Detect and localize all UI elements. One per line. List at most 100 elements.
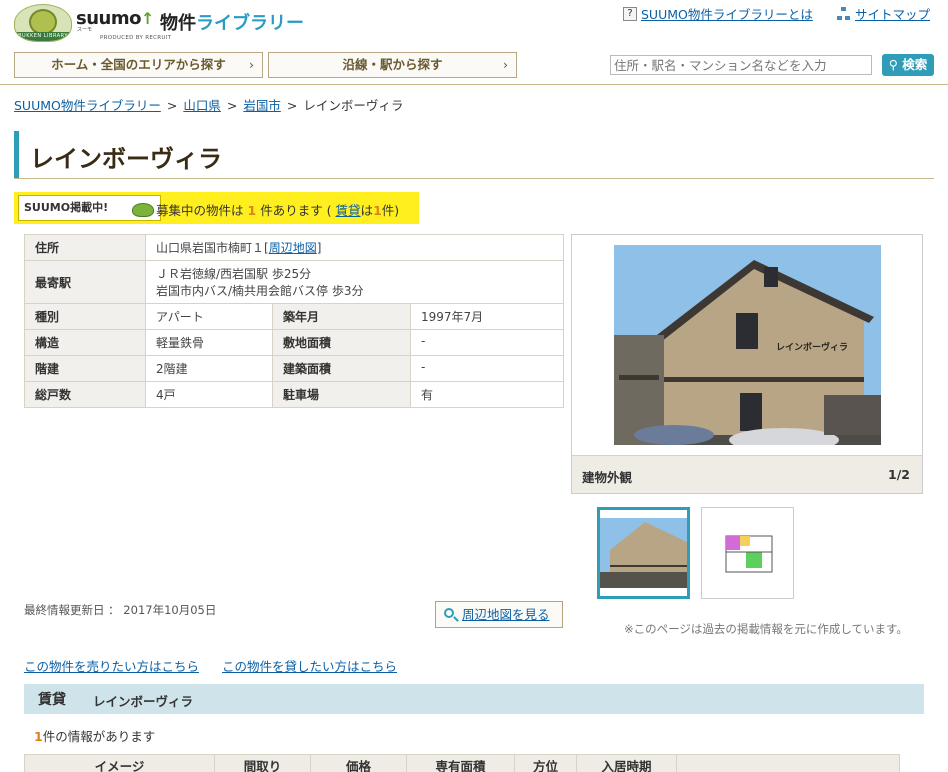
logo-badge-text: BUKKEN LIBRARY — [15, 32, 71, 41]
building-sign: レインボーヴィラ — [776, 341, 848, 353]
library-title: 物件ライブラリー — [160, 9, 304, 35]
last-updated: 最終情報更新日 ： 2017年10月05日 — [24, 603, 217, 617]
rent-property-link[interactable]: この物件を貸したい方はこちら — [222, 656, 397, 675]
library-title-1: 物件 — [160, 13, 196, 34]
photo-viewer: レインボーヴィラ 建物外観 1/2 — [571, 234, 923, 494]
rent-section-header: 賃貸 レインボーヴィラ — [24, 684, 924, 714]
library-logo[interactable]: BUKKEN LIBRARY — [14, 4, 72, 42]
units-value: 4戸 — [145, 381, 273, 408]
table-row: 構造 軽量鉄骨 敷地面積 - — [24, 329, 565, 356]
floors-value: 2階建 — [145, 355, 273, 382]
past-info-note: ※このページは過去の掲載情報を元に作成しています。 — [624, 622, 908, 636]
notice-message: 募集中の物件は 1 件あります ( 賃貸は1件) — [156, 200, 399, 219]
breadcrumb-separator: > — [226, 98, 238, 113]
breadcrumb-separator: > — [166, 98, 178, 113]
brand-kana: スーモ — [77, 27, 93, 33]
about-link-text[interactable]: SUUMO物件ライブラリーとは — [641, 4, 813, 23]
search-input[interactable] — [610, 55, 872, 75]
rent-listing-count: 1 — [34, 729, 43, 744]
rent-property-name: レインボーヴィラ — [93, 694, 194, 709]
rent-count-link[interactable]: 賃貸 — [336, 203, 361, 218]
thumbnail-floorplan[interactable] — [701, 507, 794, 599]
nav-area-button[interactable]: ホーム・全国のエリアから探す › — [14, 52, 263, 78]
land-value: - — [409, 329, 565, 356]
sitemap-link-text[interactable]: サイトマップ — [855, 4, 930, 23]
column-header: 方位 — [515, 755, 577, 772]
sitemap-link[interactable]: サイトマップ — [837, 4, 930, 23]
title-accent — [14, 131, 19, 178]
column-header: 価格 — [311, 755, 407, 772]
photo-caption: 建物外観 — [582, 470, 633, 485]
brand-arrow-icon: ↑ — [140, 9, 154, 28]
notice-rent-post: 件) — [381, 203, 400, 218]
notice-count: 1 — [247, 203, 257, 218]
column-header-blank — [677, 755, 899, 772]
nearby-map-button[interactable]: 周辺地図を見る — [435, 601, 563, 628]
nav-line-label: 沿線・駅から探す — [342, 57, 443, 72]
mascot-icon — [132, 203, 154, 217]
column-header: 間取り — [215, 755, 311, 772]
search-button[interactable]: ⚲ 検索 — [882, 54, 934, 76]
breadcrumb: SUUMO物件ライブラリー > 山口県 > 岩国市 > レインボーヴィラ — [14, 95, 403, 114]
address-map-link[interactable]: 周辺地図 — [269, 241, 317, 255]
help-icon: ? — [623, 6, 637, 21]
header-divider — [0, 84, 948, 85]
suumo-listed-tag: SUUMO掲載中! — [18, 195, 161, 221]
units-label: 総戸数 — [24, 381, 146, 408]
station-label: 最寄駅 — [24, 260, 146, 304]
table-row: 階建 2階建 建築面積 - — [24, 355, 565, 382]
station-line-1: ＪＲ岩徳線/西岩国駅 歩25分 — [156, 267, 312, 281]
magnifier-icon — [444, 608, 454, 618]
rent-table-header: イメージ 間取り 価格 専有面積 方位 入居時期 — [24, 754, 900, 772]
building-exterior-photo[interactable]: レインボーヴィラ — [614, 245, 881, 445]
table-row: 種別 アパート 築年月 1997年7月 — [24, 303, 565, 330]
nav-area-label: ホーム・全国のエリアから探す — [51, 57, 226, 72]
structure-label: 構造 — [24, 329, 146, 356]
sell-property-link[interactable]: この物件を売りたい方はこちら — [24, 656, 199, 675]
produced-by: PRODUCED BY RECRUIT — [100, 35, 172, 41]
column-header: イメージ — [25, 755, 215, 772]
listing-notice: SUUMO掲載中! 募集中の物件は 1 件あります ( 賃貸は1件) — [14, 192, 419, 224]
structure-value: 軽量鉄骨 — [145, 329, 273, 356]
parking-value: 有 — [409, 381, 565, 408]
built-label: 築年月 — [271, 303, 411, 330]
page-title: レインボーヴィラ — [30, 145, 222, 173]
breadcrumb-current: レインボーヴィラ — [303, 98, 404, 113]
notice-pre: 募集中の物件は — [156, 203, 244, 218]
floors-label: 階建 — [24, 355, 146, 382]
nearby-map-label[interactable]: 周辺地図を見る — [462, 607, 550, 622]
table-row: 住所 山口県岩国市楠町１[周辺地図] — [24, 234, 564, 261]
search-icon: ⚲ — [888, 57, 898, 72]
suumo-listed-label: SUUMO掲載中! — [24, 201, 109, 214]
breadcrumb-item[interactable]: 山口県 — [183, 98, 221, 113]
column-header: 入居時期 — [577, 755, 677, 772]
address-label: 住所 — [24, 234, 146, 261]
chevron-right-icon: › — [249, 57, 254, 72]
rent-count-line: 1件の情報があります — [34, 726, 155, 745]
table-row: 総戸数 4戸 駐車場 有 — [24, 381, 565, 408]
parking-label: 駐車場 — [271, 381, 411, 408]
station-line-2: 岩国市内バス/楠共用会館バス停 歩3分 — [156, 284, 364, 298]
photo-caption-bar: 建物外観 1/2 — [572, 455, 922, 493]
breadcrumb-item[interactable]: SUUMO物件ライブラリー — [14, 98, 161, 113]
type-value: アパート — [145, 303, 273, 330]
rent-count-text: 件の情報があります — [42, 729, 156, 744]
nav-line-button[interactable]: 沿線・駅から探す › — [268, 52, 517, 78]
sitemap-icon — [837, 6, 851, 21]
rent-heading: 賃貸 — [38, 692, 66, 708]
rent-count: 1 — [373, 203, 382, 218]
building-area-value: - — [409, 355, 565, 382]
chevron-right-icon: › — [503, 57, 508, 72]
breadcrumb-separator: > — [286, 98, 298, 113]
building-illustration: レインボーヴィラ — [614, 245, 881, 445]
building-area-label: 建築面積 — [271, 355, 411, 382]
notice-rent-pre: は — [360, 203, 374, 218]
built-value: 1997年7月 — [409, 303, 565, 330]
search-button-label: 検索 — [902, 57, 928, 72]
breadcrumb-item[interactable]: 岩国市 — [243, 98, 281, 113]
thumbnail-exterior[interactable] — [597, 507, 690, 599]
photo-counter: 1/2 — [888, 467, 910, 482]
table-row: 最寄駅 ＪＲ岩徳線/西岩国駅 歩25分 岩国市内バス/楠共用会館バス停 歩3分 — [24, 260, 564, 304]
about-link[interactable]: ? SUUMO物件ライブラリーとは — [623, 4, 813, 23]
column-header: 専有面積 — [407, 755, 515, 772]
